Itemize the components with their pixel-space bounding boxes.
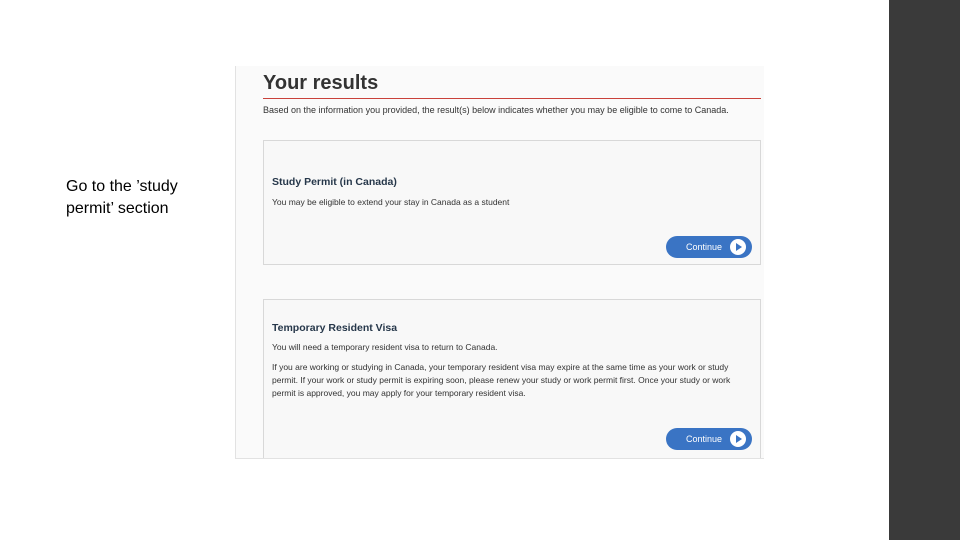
result-card-title: Study Permit (in Canada): [272, 176, 397, 188]
continue-button-label: Continue: [686, 434, 723, 444]
result-card-title: Temporary Resident Visa: [272, 322, 398, 334]
page-title: Your results: [263, 72, 379, 94]
continue-button-study-permit[interactable]: Continue: [666, 236, 752, 258]
title-divider: [263, 98, 761, 99]
result-card-temporary-resident-visa: Temporary Resident Visa You will need a …: [263, 299, 761, 458]
results-intro: Based on the information you provided, t…: [263, 105, 729, 115]
continue-button-temporary-resident-visa[interactable]: Continue: [666, 428, 752, 450]
result-card-text: You will need a temporary resident visa …: [272, 342, 498, 352]
play-circle-icon: [730, 431, 746, 447]
slide-caption: Go to the ’study permit’ section: [66, 178, 178, 217]
result-card-text: You may be eligible to extend your stay …: [272, 197, 510, 207]
results-screenshot: Your results Based on the information yo…: [235, 66, 764, 459]
result-card-text-detail: If you are working or studying in Canada…: [272, 362, 731, 398]
continue-button-label: Continue: [686, 242, 723, 252]
result-card-study-permit: Study Permit (in Canada) You may be elig…: [263, 140, 761, 265]
slide-dark-bar: [889, 0, 960, 540]
play-circle-icon: [730, 239, 746, 255]
